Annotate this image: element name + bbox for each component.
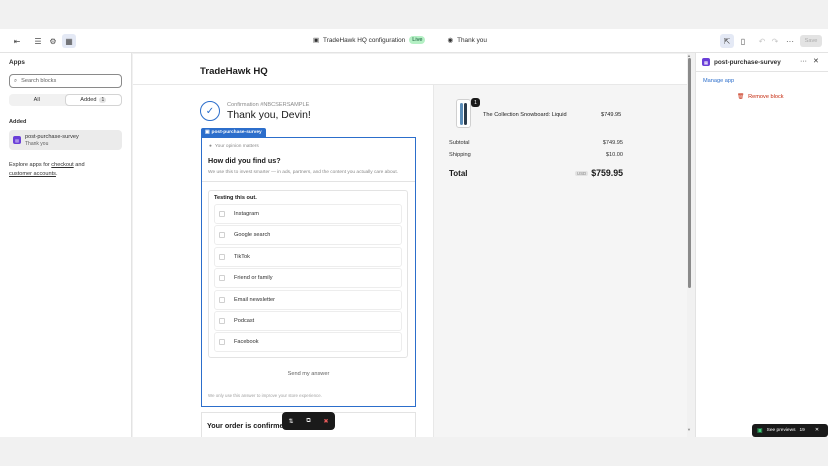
- exit-icon[interactable]: ⇤: [10, 34, 24, 48]
- thank-you-heading: Thank you, Devin!: [227, 110, 311, 121]
- app-logo-icon: ▤: [13, 136, 21, 144]
- apps-panel: Apps ⌕ Search blocks All Added 1 Added ▤…: [0, 53, 132, 437]
- preview-scrollbar[interactable]: [688, 58, 691, 288]
- undo-icon[interactable]: ↶: [755, 34, 769, 48]
- customer-accounts-link[interactable]: customer accounts: [9, 171, 56, 177]
- remove-block-button[interactable]: 🗑 Remove block: [737, 94, 784, 100]
- search-placeholder: Search blocks: [21, 78, 57, 84]
- product-name: The Collection Snowboard: Liquid: [483, 112, 567, 118]
- store-name: TradeHawk HQ: [200, 66, 268, 77]
- block-floating-toolbar: ⇅ ⧉ ✖: [282, 412, 335, 430]
- survey-divider: [202, 181, 415, 182]
- more-actions-icon[interactable]: ···: [783, 34, 797, 48]
- search-blocks-input[interactable]: ⌕ Search blocks: [9, 74, 122, 88]
- inspector-icon[interactable]: ⇱: [720, 34, 734, 48]
- shipping-row: Shipping $10.00: [449, 152, 623, 158]
- total-row: Total USD $759.95: [449, 168, 623, 178]
- subtotal-row: Subtotal $749.95: [449, 140, 623, 146]
- preview-canvas: TradeHawk HQ ✓ Confirmation #NBCSERSAMPL…: [132, 53, 695, 437]
- survey-eyebrow: ● Your opinion matters: [209, 144, 259, 149]
- selected-block-tag[interactable]: ▣ post-purchase-survey: [201, 128, 266, 137]
- apps-panel-title: Apps: [9, 59, 25, 66]
- quantity-badge: 1: [471, 98, 480, 107]
- panel-divider: [696, 71, 828, 72]
- confirmation-number: Confirmation #NBCSERSAMPLE: [227, 102, 310, 108]
- sections-icon[interactable]: ☰: [31, 34, 45, 48]
- product-thumbnail: [456, 99, 471, 128]
- survey-question: How did you find us?: [208, 156, 281, 165]
- redo-icon[interactable]: ↷: [768, 34, 782, 48]
- checkmark-icon: ✓: [200, 101, 220, 121]
- app-block-target: Thank you: [25, 140, 49, 147]
- more-options-icon[interactable]: ···: [800, 58, 807, 65]
- send-answer-button[interactable]: Send my answer: [202, 371, 415, 377]
- product-price: $749.95: [601, 112, 622, 118]
- scroll-down-arrow[interactable]: ▼: [687, 427, 691, 432]
- live-badge: Live: [409, 36, 426, 44]
- added-section-title: Added: [9, 119, 27, 125]
- info-icon: ●: [209, 144, 212, 149]
- tab-all[interactable]: All: [9, 94, 65, 106]
- currency-code: USD: [574, 170, 589, 176]
- editor-topbar: ⇤ ☰ ⚙ ▦ ▣ TradeHawk HQ configuration Liv…: [0, 29, 828, 53]
- page-selector-label[interactable]: Thank you: [457, 37, 487, 44]
- checkbox[interactable]: [219, 339, 225, 346]
- block-icon: ▣: [205, 130, 210, 135]
- choice-option[interactable]: Friend or family: [214, 268, 402, 289]
- config-title: TradeHawk HQ configuration: [323, 36, 406, 44]
- search-icon: ⌕: [14, 77, 18, 84]
- move-up-icon[interactable]: ⇅: [288, 418, 293, 425]
- app-block-name: post-purchase-survey: [25, 133, 79, 140]
- checkbox[interactable]: [219, 253, 225, 260]
- thank-you-page-preview: TradeHawk HQ ✓ Confirmation #NBCSERSAMPL…: [133, 54, 687, 437]
- order-summary-panel: [433, 85, 687, 437]
- checkbox[interactable]: [219, 232, 225, 239]
- preview-status-icon: ▣: [757, 428, 763, 434]
- choice-option[interactable]: Podcast: [214, 310, 402, 331]
- added-count-badge: 1: [99, 97, 107, 103]
- manage-app-link[interactable]: Manage app: [703, 78, 734, 84]
- delete-icon[interactable]: ✖: [324, 418, 329, 425]
- tab-added[interactable]: Added 1: [64, 94, 122, 106]
- apps-grid-icon[interactable]: ▦: [62, 34, 76, 48]
- checkbox[interactable]: [219, 275, 225, 282]
- survey-choices: Testing this out. Instagram Google searc…: [208, 190, 408, 358]
- survey-description: We use this to invest smarter — in ads, …: [208, 170, 399, 175]
- checkout-link[interactable]: checkout: [51, 162, 73, 168]
- choice-option[interactable]: Google search: [214, 225, 402, 246]
- close-icon[interactable]: ✕: [815, 428, 819, 433]
- duplicate-icon[interactable]: ⧉: [306, 418, 310, 425]
- header-divider: [133, 84, 687, 85]
- block-settings-panel: ▤ post-purchase-survey ··· ✕ Manage app …: [695, 53, 828, 437]
- app-logo-icon: ▤: [702, 58, 710, 66]
- checkbox[interactable]: [219, 296, 225, 303]
- choices-title: Testing this out.: [214, 195, 257, 201]
- choice-option[interactable]: Instagram: [214, 204, 402, 224]
- total-value: $759.95: [591, 168, 623, 178]
- explore-apps-text: Explore apps for checkout and customer a…: [9, 162, 85, 177]
- choice-option[interactable]: Email newsletter: [214, 289, 402, 310]
- app-block-item[interactable]: ▤ post-purchase-survey Thank you: [9, 130, 122, 150]
- preview-toast[interactable]: ▣ See previews 19 ✕: [752, 424, 828, 437]
- close-icon[interactable]: ✕: [813, 57, 819, 65]
- survey-footnote: We only use this answer to improve your …: [208, 393, 322, 398]
- block-settings-header: ▤ post-purchase-survey: [702, 58, 781, 66]
- survey-block[interactable]: ● Your opinion matters How did you find …: [201, 137, 416, 407]
- store-icon: ▣: [313, 37, 320, 44]
- choice-option[interactable]: TikTok: [214, 246, 402, 267]
- check-circle-icon: ◉: [447, 37, 454, 44]
- choice-option[interactable]: Facebook: [214, 332, 402, 353]
- save-button[interactable]: Save: [800, 35, 822, 47]
- checkbox[interactable]: [219, 211, 225, 217]
- apps-filter-tabs: All Added 1: [9, 94, 122, 106]
- mobile-preview-icon[interactable]: ▯: [736, 34, 750, 48]
- settings-gear-icon[interactable]: ⚙: [46, 34, 60, 48]
- trash-icon: 🗑: [737, 94, 745, 100]
- checkbox[interactable]: [219, 317, 225, 324]
- config-selector[interactable]: ▣ TradeHawk HQ configuration Live ◉ Than…: [313, 36, 487, 44]
